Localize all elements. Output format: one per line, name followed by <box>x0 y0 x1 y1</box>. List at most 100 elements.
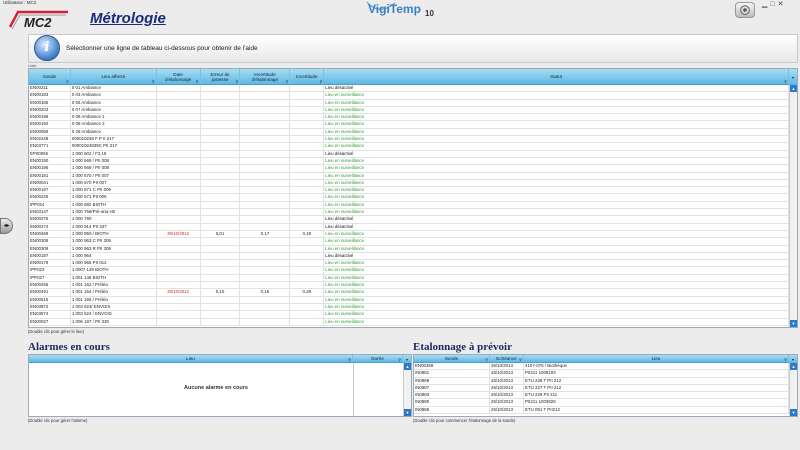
calibration-scroll-up-icon[interactable]: ▲ <box>790 363 797 370</box>
table-row[interactable]: IN0888 26/10/2013 ETU 228 T PII 212 <box>414 377 789 385</box>
table-row[interactable]: EN00190 1 000 669 / PII 008 Lieu en survei… <box>29 157 789 166</box>
alarms-scroll-down-icon[interactable]: ▼ <box>404 409 411 416</box>
column-header[interactable]: Durée ⚲ <box>353 355 403 362</box>
table-row[interactable]: IPP023 1 0007 129 BIOTH Lieu en surveillan… <box>29 267 789 275</box>
table-row[interactable]: EN02248 000010248 F P II 217 Lieu en surve… <box>29 136 789 144</box>
column-header[interactable]: Date d'étalonnage ⚲ <box>157 69 201 84</box>
table-cell: 1 000 963 C PII 306 <box>71 238 157 245</box>
table-row[interactable]: EN00179 1 000 965 PII 012 Lieu en surveill… <box>29 260 789 268</box>
column-filter-icon[interactable]: ⚲ <box>152 79 155 84</box>
scroll-down-icon[interactable]: ▼ <box>790 320 797 327</box>
alarms-table-header: Lieu ⚲ Durée ⚲ <box>29 355 403 363</box>
table-row[interactable]: EN00027 1 006 187 / PII 330 Lieu en survei… <box>29 318 789 326</box>
table-row[interactable]: EN03872 1 003 623/ ENVOIS Lieu en surveill… <box>29 303 789 312</box>
close-icon[interactable]: ✕ <box>778 1 784 8</box>
minimize-icon[interactable]: ▁ <box>762 1 767 8</box>
column-filter-icon[interactable]: ⚲ <box>196 79 199 84</box>
column-filter-icon[interactable]: ⚲ <box>784 357 787 362</box>
table-cell <box>201 216 241 223</box>
table-row[interactable]: EN00203 0 07 Ambiance Lieu en surveillance <box>29 106 789 115</box>
column-filter-icon[interactable]: ⚲ <box>398 357 401 362</box>
column-header[interactable]: Statut ⚲ <box>324 69 789 84</box>
table-cell <box>240 274 291 282</box>
column-header[interactable]: Incertitude d'étalonnage ⚲ <box>240 69 291 84</box>
table-row[interactable]: EN00059 0 28 Ambiance Lieu en surveillance <box>29 128 789 137</box>
alarms-scrollbar[interactable]: ▲ ▼ <box>403 363 411 416</box>
calibration-scrollbar[interactable]: ▲ ▼ <box>789 363 797 416</box>
table-row[interactable]: IN0883 26/10/2013 ETU 229 PII 211 <box>414 392 789 400</box>
table-cell: 1 001 148 BIOTH <box>71 274 157 282</box>
column-header[interactable]: Echéance ⚲ <box>490 355 524 362</box>
table-row[interactable]: IN0887 26/10/2013 ETU 227 T PII 212 <box>414 384 789 393</box>
calibration-scroll-down-icon[interactable]: ▼ <box>790 409 797 416</box>
table-row[interactable]: IN0880 26/10/2013 PII211 1003826 <box>414 399 789 407</box>
table-cell: IN0886 <box>414 406 490 414</box>
table-cell: EN00199 <box>29 114 71 121</box>
table-row[interactable]: EP00065 1 000 602 / F3,19 Lieu désactivé <box>29 150 789 158</box>
column-filter-icon[interactable]: ⚲ <box>348 357 351 362</box>
table-row[interactable]: EN00196 1 000 669 / PII 008 Lieu en survei… <box>29 165 789 173</box>
table-row[interactable]: EN00275 1 000 790 Lieu désactivé <box>29 216 789 224</box>
calibration-settings-icon[interactable]: ▾ <box>789 355 797 363</box>
column-header[interactable]: Lieu ⚲ <box>524 355 789 362</box>
table-row[interactable]: EN00191 1 000 670 / PII 007 Lieu en survei… <box>29 172 789 180</box>
column-header[interactable]: Lieu affecté ⚲ <box>71 69 157 84</box>
maximize-icon[interactable]: □ <box>770 1 774 8</box>
column-filter-icon[interactable]: ⚲ <box>519 357 522 362</box>
column-filter-icon[interactable]: ⚲ <box>784 79 787 84</box>
column-filter-icon[interactable]: ⚲ <box>285 79 288 84</box>
scroll-up-icon[interactable]: ▲ <box>790 85 797 92</box>
table-row[interactable]: IPP024 1 000 682 BIOTH Lieu en surveillanc… <box>29 201 789 210</box>
table-row[interactable]: EN03771 00001024839C PII 217 Lieu en surve… <box>29 143 789 151</box>
profile-badge-icon[interactable] <box>735 2 755 18</box>
table-row[interactable]: EN00358 26/10/2013 4107-075 / Biothèque <box>414 363 789 371</box>
table-row[interactable]: EN00211 0 01 Ambiance Lieu désactivé <box>29 85 789 93</box>
column-filter-icon[interactable]: ⚲ <box>236 79 239 84</box>
column-filter-icon[interactable]: ⚲ <box>485 357 488 362</box>
table-row[interactable]: EN03147 1 000 758/Pré-ana H0 Lieu en surve… <box>29 209 789 217</box>
table-cell <box>201 296 241 303</box>
table-cell: Lieu en surveillance <box>324 172 789 179</box>
table-row[interactable]: EN00183 0 03 Ambiance Lieu en surveillance <box>29 92 789 100</box>
column-header[interactable]: Erreur de justesse ⚲ <box>201 69 241 84</box>
table-row[interactable]: EN00225 1 000 671 PII 006 Lieu en surveill… <box>29 194 789 202</box>
table-row[interactable]: EN00187 1 000 964 Lieu désactivé <box>29 252 789 261</box>
calibration-table[interactable]: Sonde ⚲ Echéance ⚲ Lieu ⚲ ▾ EN00358 26/10/2013… <box>413 354 798 417</box>
alarms-table[interactable]: Lieu ⚲ Durée ⚲ ▾ Aucune alarme en cours ▲ ▼ <box>28 354 412 417</box>
side-panel-handle[interactable]: ◂▸ <box>0 218 13 234</box>
column-header[interactable]: Sonde ⚲ <box>414 355 490 362</box>
column-filter-icon[interactable]: ⚲ <box>66 79 69 84</box>
table-row[interactable]: EN00197 1 000 671 C PII 006 Lieu en survei… <box>29 187 789 195</box>
column-header-label: Statut <box>550 74 563 79</box>
table-row[interactable]: EN03874 1 003 624 / ENVOIS Lieu en surveil… <box>29 311 789 319</box>
table-row[interactable]: EN00308 1 000 963 C PII 306 Lieu en survei… <box>29 238 789 246</box>
table-row[interactable]: EN00185 0 06 Ambiance Lieu en surveillance <box>29 99 789 107</box>
alarms-scroll-up-icon[interactable]: ▲ <box>404 363 411 370</box>
table-row[interactable]: IN0886 26/10/2013 ETU 051 T PII212 <box>414 406 789 415</box>
table-row[interactable]: IPP027 1 001 148 BIOTH Lieu en surveillanc… <box>29 274 789 283</box>
table-row[interactable]: EN00309 1 000 963 R PII 306 Lieu en survei… <box>29 245 789 253</box>
table-row[interactable]: EN00515 1 001 165 / Préléa Lieu en surveil… <box>29 296 789 304</box>
table-cell <box>201 267 241 274</box>
table-cell <box>157 106 201 114</box>
probe-table-scrollbar[interactable]: ▲ ▼ <box>789 85 797 327</box>
grid-settings-icon[interactable]: ▾ <box>789 69 797 85</box>
table-row[interactable]: EN00469 1 000 950 / BIOTH 30/10/2012 0,01 0,… <box>29 230 789 239</box>
column-header[interactable]: Incertitude ⚲ <box>290 69 325 84</box>
alarms-settings-icon[interactable]: ▾ <box>403 355 411 363</box>
column-header[interactable]: Lieu ⚲ <box>29 355 353 362</box>
table-row[interactable]: EN00199 0 08 Ambiance 1 Lieu en surveillan… <box>29 114 789 122</box>
table-row[interactable]: IN0881 26/10/2013 PII211 1008193 <box>414 370 789 378</box>
table-row[interactable]: EN00041 1 000 670 PII 007 Lieu en surveill… <box>29 179 789 188</box>
table-row[interactable]: EN00491 1 001 164 / Préléa 30/10/2012 0,10 0… <box>29 289 789 297</box>
table-cell <box>201 157 241 165</box>
table-cell <box>201 303 241 311</box>
table-row[interactable]: EN00274 1 000 914 PII 337 Lieu désactivé <box>29 223 789 231</box>
table-cell: 000010248 F P II 217 <box>71 136 157 143</box>
table-row[interactable]: EN00255 1 001 152 / Préléa Lieu en surveil… <box>29 282 789 290</box>
table-cell: Lieu en surveillance <box>324 230 789 238</box>
table-row[interactable]: EN00192 0 08 Ambiance 2 Lieu en surveillan… <box>29 121 789 129</box>
column-filter-icon[interactable]: ⚲ <box>319 79 322 84</box>
probe-table[interactable]: Sonde ⚲ Lieu affecté ⚲ Date d'étalonnage ⚲ Err… <box>28 68 798 328</box>
column-header[interactable]: Sonde ⚲ <box>29 69 71 84</box>
